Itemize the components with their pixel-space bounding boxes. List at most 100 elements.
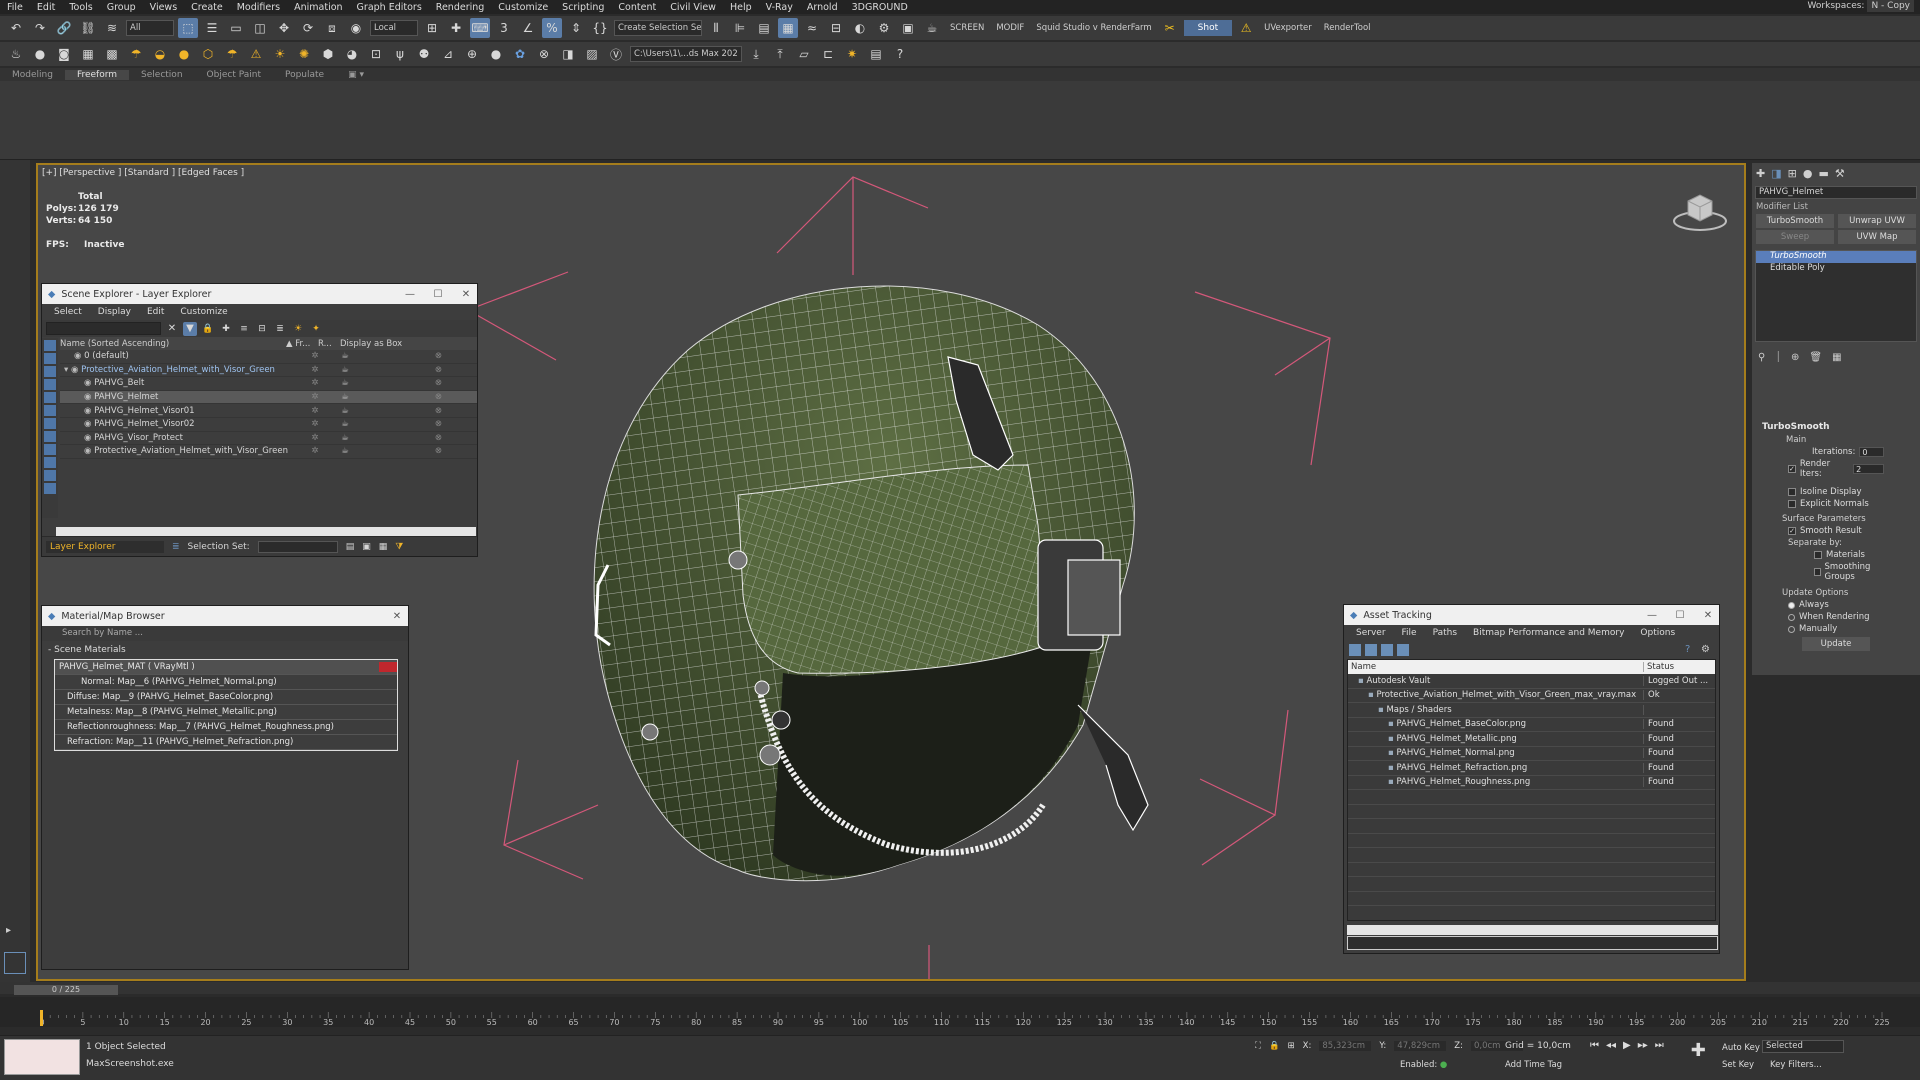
options-icon[interactable]: ⚙: [1701, 644, 1713, 656]
freeze-icon[interactable]: ✲: [300, 365, 330, 375]
layer-explorer-dropdown[interactable]: Layer Explorer: [46, 540, 164, 553]
menu-tools[interactable]: Tools: [62, 2, 99, 13]
ribbon-tab-modeling[interactable]: Modeling: [0, 70, 65, 80]
named-selection-dropdown[interactable]: Create Selection Se: [614, 20, 702, 36]
bind-spacewarp-icon[interactable]: ≋: [102, 18, 122, 38]
at-menu-file[interactable]: File: [1394, 628, 1425, 638]
display-box-icon[interactable]: ⊗: [360, 378, 450, 388]
move-icon[interactable]: ✥: [274, 18, 294, 38]
place-icon[interactable]: ◉: [346, 18, 366, 38]
display-tab-icon[interactable]: ▬: [1818, 167, 1828, 180]
turbosmooth-title[interactable]: TurboSmooth: [1752, 420, 1920, 434]
se-menu-select[interactable]: Select: [46, 307, 90, 317]
visibility-icon[interactable]: ◉: [84, 419, 94, 429]
next-frame-icon[interactable]: ▸▸: [1638, 1040, 1648, 1061]
play-icon[interactable]: ▶: [1623, 1040, 1631, 1061]
visibility-icon[interactable]: ◉: [84, 392, 94, 402]
sun-icon[interactable]: ●: [174, 44, 194, 64]
renderable-icon[interactable]: ☕: [330, 392, 360, 402]
maxscript-listener-thumb[interactable]: [4, 1039, 80, 1075]
asset-row[interactable]: ▪ Maps / Shaders: [1348, 703, 1715, 718]
material-browser-titlebar[interactable]: ◆ Material/Map Browser ✕: [42, 606, 408, 626]
asset-row[interactable]: ▪ Protective_Aviation_Helmet_with_Visor_…: [1348, 689, 1715, 703]
menu-animation[interactable]: Animation: [287, 2, 349, 13]
col-render-header[interactable]: R...: [318, 339, 340, 349]
display-groups-icon[interactable]: [44, 431, 56, 442]
teapot-icon[interactable]: ♨: [6, 44, 26, 64]
vray-sphere-icon[interactable]: ◕: [342, 44, 362, 64]
grid-view-icon[interactable]: [1397, 644, 1409, 656]
display-xrefs-icon[interactable]: [44, 444, 56, 455]
redo-icon[interactable]: ↷: [30, 18, 50, 38]
maximize-icon[interactable]: ☐: [1669, 610, 1691, 621]
mirror-icon[interactable]: ⫴: [706, 18, 726, 38]
render-frame-icon[interactable]: ▣: [898, 18, 918, 38]
sync-icon[interactable]: ✦: [309, 322, 323, 336]
menu-graph-editors[interactable]: Graph Editors: [350, 2, 429, 13]
sel-set-add-icon[interactable]: ▤: [346, 542, 355, 552]
ribbon-tab-freeform[interactable]: Freeform: [64, 69, 130, 80]
create-tab-icon[interactable]: ✚: [1756, 167, 1765, 180]
menu-group[interactable]: Group: [100, 2, 143, 13]
explicit-normals-checkbox[interactable]: [1788, 500, 1796, 508]
pivot-icon[interactable]: ⊞: [422, 18, 442, 38]
col-name-header[interactable]: Name: [1348, 662, 1644, 672]
pin-stack-icon[interactable]: ⚲: [1758, 352, 1765, 363]
uvexporter-label[interactable]: UVexporter: [1260, 23, 1316, 33]
scene-row[interactable]: ◉ 0 (default) ✲ ☕ ⊗: [60, 350, 477, 364]
modif-label[interactable]: MODIF: [992, 23, 1028, 33]
texture-icon[interactable]: ▩: [102, 44, 122, 64]
go-to-start-icon[interactable]: ⏮: [1590, 1040, 1599, 1061]
spinner-snap-icon[interactable]: ⇕: [566, 18, 586, 38]
viewport-layout-icon[interactable]: [4, 952, 26, 974]
freeze-icon[interactable]: ✲: [300, 351, 330, 361]
menu-edit[interactable]: Edit: [30, 2, 62, 13]
key-set-dropdown[interactable]: Selected: [1762, 1040, 1844, 1053]
visibility-icon[interactable]: ◉: [84, 378, 94, 388]
display-helpers-icon[interactable]: [44, 405, 56, 416]
layer-stack-icon[interactable]: ≣: [273, 322, 287, 336]
display-box-icon[interactable]: ⊗: [360, 419, 450, 429]
sphere-light-icon[interactable]: ☀: [270, 44, 290, 64]
key-mode-icon[interactable]: ✚: [1691, 1040, 1706, 1061]
fur-icon[interactable]: ψ: [390, 44, 410, 64]
merge-icon[interactable]: ⊏: [818, 44, 838, 64]
motion-tab-icon[interactable]: ●: [1803, 167, 1813, 180]
project-path-dropdown[interactable]: C:\Users\1\...ds Max 202: [630, 46, 742, 62]
ribbon-tab-object-paint[interactable]: Object Paint: [195, 70, 273, 80]
y-coordinate[interactable]: 47,829cm: [1394, 1041, 1447, 1051]
schematic-view-icon[interactable]: ⊟: [826, 18, 846, 38]
scene-row[interactable]: ◉ PAHVG_Helmet ✲ ☕ ⊗: [60, 390, 477, 405]
sel-set-remove-icon[interactable]: ▣: [362, 542, 371, 552]
grid-icon[interactable]: ▦: [78, 44, 98, 64]
renderable-icon[interactable]: ☕: [330, 406, 360, 416]
material-sphere-icon[interactable]: ●: [486, 44, 506, 64]
x-coordinate[interactable]: 85,323cm: [1319, 1041, 1372, 1051]
visibility-icon[interactable]: ◉: [84, 406, 94, 416]
visibility-icon[interactable]: ▾ ◉: [64, 365, 81, 375]
col-name-header[interactable]: Name (Sorted Ascending): [60, 339, 286, 349]
scene-row[interactable]: ▾ ◉ Protective_Aviation_Helmet_with_Viso…: [60, 364, 477, 378]
layers-icon[interactable]: ◨: [558, 44, 578, 64]
menu-3dground[interactable]: 3DGROUND: [845, 2, 915, 13]
lock-icon[interactable]: 🔒: [201, 322, 215, 336]
filter-icon[interactable]: ▼: [183, 321, 197, 336]
layer-manager-icon[interactable]: ▤: [754, 18, 774, 38]
keyboard-shortcut-icon[interactable]: ⌨: [470, 18, 490, 38]
selection-set-dropdown[interactable]: [257, 540, 338, 553]
asset-row[interactable]: ▪ PAHVG_Helmet_Metallic.png Found: [1348, 732, 1715, 747]
render-iters-checkbox[interactable]: ✓: [1788, 465, 1796, 473]
modify-tab-icon[interactable]: ◨: [1771, 167, 1781, 180]
menu-modifiers[interactable]: Modifiers: [230, 2, 287, 13]
display-cameras-icon[interactable]: [44, 392, 56, 403]
list-view-icon[interactable]: [1365, 644, 1377, 656]
close-icon[interactable]: ✕: [1697, 610, 1719, 621]
rotate-icon[interactable]: ⟳: [298, 18, 318, 38]
materials-checkbox[interactable]: [1814, 551, 1822, 559]
visibility-icon[interactable]: ◉: [84, 433, 94, 443]
se-menu-display[interactable]: Display: [90, 307, 139, 317]
scene-row[interactable]: ◉ PAHVG_Belt ✲ ☕ ⊗: [60, 377, 477, 391]
modifier-list-dropdown[interactable]: Modifier List: [1756, 202, 1916, 212]
make-unique-icon[interactable]: ⊕: [1791, 352, 1799, 363]
prev-frame-icon[interactable]: ◂◂: [1606, 1040, 1616, 1061]
